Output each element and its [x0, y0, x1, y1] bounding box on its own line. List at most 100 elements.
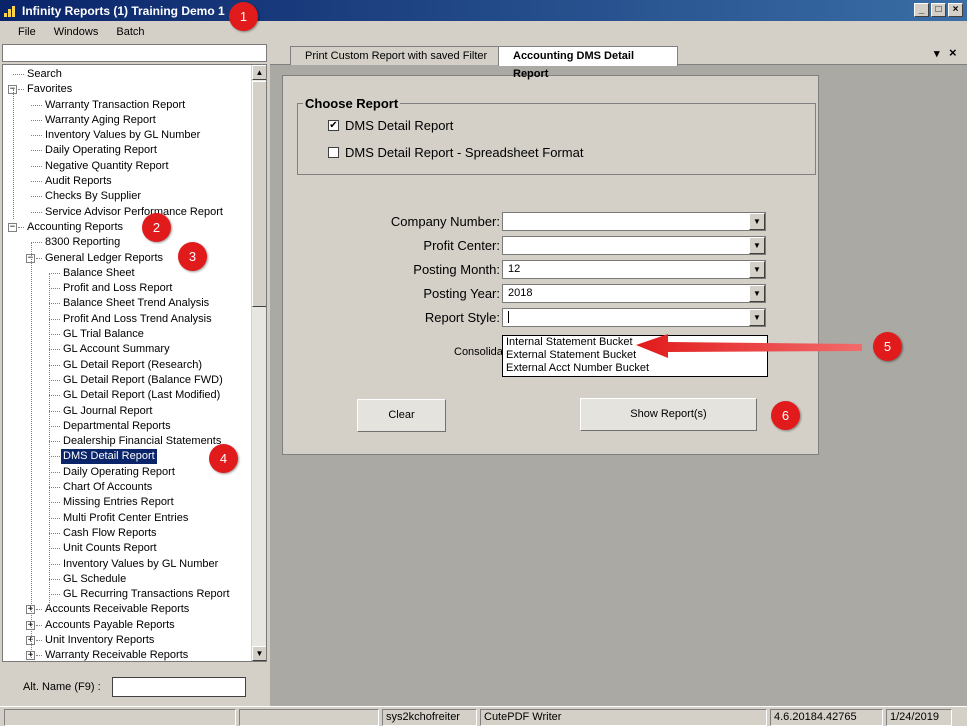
show-reports-button[interactable]: Show Report(s) — [580, 398, 757, 431]
tree-item-label[interactable]: Accounts Receivable Reports — [43, 602, 191, 617]
posting-month-combo[interactable]: 12 ▼ — [502, 260, 766, 279]
tree-item[interactable]: Cash Flow Reports — [3, 526, 253, 541]
tree-item[interactable]: Profit and Loss Report — [3, 281, 253, 296]
tree-item-label[interactable]: Profit And Loss Trend Analysis — [61, 312, 214, 327]
tree-item-label[interactable]: Unit Counts Report — [61, 541, 159, 556]
tree-item-label[interactable]: GL Detail Report (Balance FWD) — [61, 373, 225, 388]
company-number-combo[interactable]: ▼ — [502, 212, 766, 231]
tree-item[interactable]: Warranty Aging Report — [3, 113, 253, 128]
tree-item[interactable]: Unit Counts Report — [3, 541, 253, 556]
tree-item-label[interactable]: Cash Flow Reports — [61, 526, 159, 541]
tree-item-label[interactable]: Inventory Values by GL Number — [43, 128, 202, 143]
tree-item-label[interactable]: Dealership Financial Statements — [61, 434, 223, 449]
tab-close-icon[interactable]: × — [949, 45, 957, 60]
tab-list-icon[interactable]: ▾ — [934, 47, 940, 60]
tree-item-label[interactable]: Chart Of Accounts — [61, 480, 154, 495]
tree-item-label[interactable]: Profit and Loss Report — [61, 281, 174, 296]
tree-item-label[interactable]: Service Advisor Performance Report — [43, 205, 225, 220]
tree-item-label[interactable]: Search — [25, 67, 64, 82]
scroll-down-icon[interactable]: ▼ — [252, 646, 266, 661]
collapse-minus-icon[interactable]: − — [8, 222, 17, 232]
tree-item[interactable]: GL Trial Balance — [3, 327, 253, 342]
close-button[interactable]: × — [948, 3, 963, 17]
tree-item-label[interactable]: GL Detail Report (Research) — [61, 358, 204, 373]
tree-item-label[interactable]: GL Detail Report (Last Modified) — [61, 388, 222, 403]
tree-item-label[interactable]: Warranty Transaction Report — [43, 98, 187, 113]
menu-windows[interactable]: Windows — [45, 26, 108, 38]
tree-item[interactable]: Inventory Values by GL Number — [3, 128, 253, 143]
tree-item[interactable]: + Warranty Receivable Reports — [3, 648, 253, 661]
tree-item-label[interactable]: Negative Quantity Report — [43, 159, 171, 174]
tree-item[interactable]: GL Detail Report (Last Modified) — [3, 388, 253, 403]
tab-accounting-dms-detail[interactable]: Accounting DMS Detail Report — [498, 46, 678, 80]
tree-item-label[interactable]: Missing Entries Report — [61, 495, 176, 510]
tree-item-label[interactable]: Unit Inventory Reports — [43, 633, 156, 648]
scroll-thumb[interactable] — [252, 81, 266, 307]
tree-item[interactable]: Balance Sheet — [3, 266, 253, 281]
alt-name-input[interactable] — [112, 677, 246, 697]
tree-item-label[interactable]: Multi Profit Center Entries — [61, 511, 190, 526]
option-dms-detail[interactable]: ✔ DMS Detail Report — [328, 118, 453, 133]
maximize-button[interactable]: □ — [931, 3, 946, 17]
tree-item[interactable]: GL Detail Report (Research) — [3, 358, 253, 373]
tree-item-label[interactable]: GL Trial Balance — [61, 327, 146, 342]
tree-item[interactable]: − General Ledger Reports — [3, 251, 253, 266]
tree-item[interactable]: − Accounting Reports — [3, 220, 253, 235]
tree-item-label[interactable]: Favorites — [25, 82, 74, 97]
tab-print-custom-report[interactable]: Print Custom Report with saved Filter — [290, 46, 510, 65]
tree-item[interactable]: Checks By Supplier — [3, 189, 253, 204]
tree-item-label[interactable]: GL Schedule — [61, 572, 128, 587]
chevron-down-icon[interactable]: ▼ — [749, 261, 765, 278]
search-input[interactable] — [2, 44, 267, 62]
tree-item-label[interactable]: Warranty Aging Report — [43, 113, 158, 128]
tree-item[interactable]: Inventory Values by GL Number — [3, 557, 253, 572]
tree-item[interactable]: Audit Reports — [3, 174, 253, 189]
tree-item-label[interactable]: GL Journal Report — [61, 404, 154, 419]
tree-item-label[interactable]: General Ledger Reports — [43, 251, 165, 266]
tree-item[interactable]: Balance Sheet Trend Analysis — [3, 296, 253, 311]
tree-item[interactable]: + Accounts Payable Reports — [3, 618, 253, 633]
checkbox-checked-icon[interactable]: ✔ — [328, 120, 339, 131]
tree-item-label[interactable]: Audit Reports — [43, 174, 114, 189]
tree-item[interactable]: Profit And Loss Trend Analysis — [3, 312, 253, 327]
minimize-button[interactable]: _ — [914, 3, 929, 17]
option-dms-spreadsheet[interactable]: DMS Detail Report - Spreadsheet Format — [328, 145, 583, 160]
chevron-down-icon[interactable]: ▼ — [749, 237, 765, 254]
tree-item[interactable]: GL Journal Report — [3, 404, 253, 419]
scroll-up-icon[interactable]: ▲ — [252, 65, 266, 80]
tree-item[interactable]: Daily Operating Report — [3, 143, 253, 158]
tree-item-label[interactable]: Daily Operating Report — [43, 143, 159, 158]
posting-year-combo[interactable]: 2018 ▼ — [502, 284, 766, 303]
tree-scrollbar[interactable]: ▲ ▼ — [251, 65, 266, 661]
tree-item[interactable]: Negative Quantity Report — [3, 159, 253, 174]
profit-center-combo[interactable]: ▼ — [502, 236, 766, 255]
tree-item-label[interactable]: GL Recurring Transactions Report — [61, 587, 232, 602]
dropdown-item-internal-statement[interactable]: Internal Statement Bucket — [503, 336, 767, 349]
dropdown-item-external-statement[interactable]: External Statement Bucket — [503, 349, 767, 362]
tree-item-label[interactable]: Warranty Receivable Reports — [43, 648, 190, 661]
tree-item[interactable]: GL Schedule — [3, 572, 253, 587]
tree-item[interactable]: Chart Of Accounts — [3, 480, 253, 495]
tree-item[interactable]: + Accounts Receivable Reports — [3, 602, 253, 617]
tree-item-label[interactable]: Accounting Reports — [25, 220, 125, 235]
tree-item[interactable]: Departmental Reports — [3, 419, 253, 434]
tree-item-label[interactable]: 8300 Reporting — [43, 235, 122, 250]
tree-item[interactable]: Warranty Transaction Report — [3, 98, 253, 113]
tree-item[interactable]: Multi Profit Center Entries — [3, 511, 253, 526]
tree-item[interactable]: Missing Entries Report — [3, 495, 253, 510]
menu-batch[interactable]: Batch — [107, 26, 153, 38]
tree-item[interactable]: GL Account Summary — [3, 342, 253, 357]
tree-item[interactable]: 8300 Reporting — [3, 235, 253, 250]
chevron-down-icon[interactable]: ▼ — [749, 309, 765, 326]
tree-item-label[interactable]: Accounts Payable Reports — [43, 618, 177, 633]
menu-file[interactable]: File — [0, 26, 45, 38]
report-tree[interactable]: Search − Favorites Warranty Transaction Rep… — [2, 64, 267, 662]
chevron-down-icon[interactable]: ▼ — [749, 213, 765, 230]
tree-item[interactable]: Search — [3, 67, 253, 82]
tree-item[interactable]: GL Recurring Transactions Report — [3, 587, 253, 602]
report-style-combo[interactable]: ▼ — [502, 308, 766, 327]
report-style-dropdown[interactable]: Internal Statement Bucket External State… — [502, 335, 768, 377]
tree-item-label[interactable]: Daily Operating Report — [61, 465, 177, 480]
tree-item-label[interactable]: Inventory Values by GL Number — [61, 557, 220, 572]
chevron-down-icon[interactable]: ▼ — [749, 285, 765, 302]
